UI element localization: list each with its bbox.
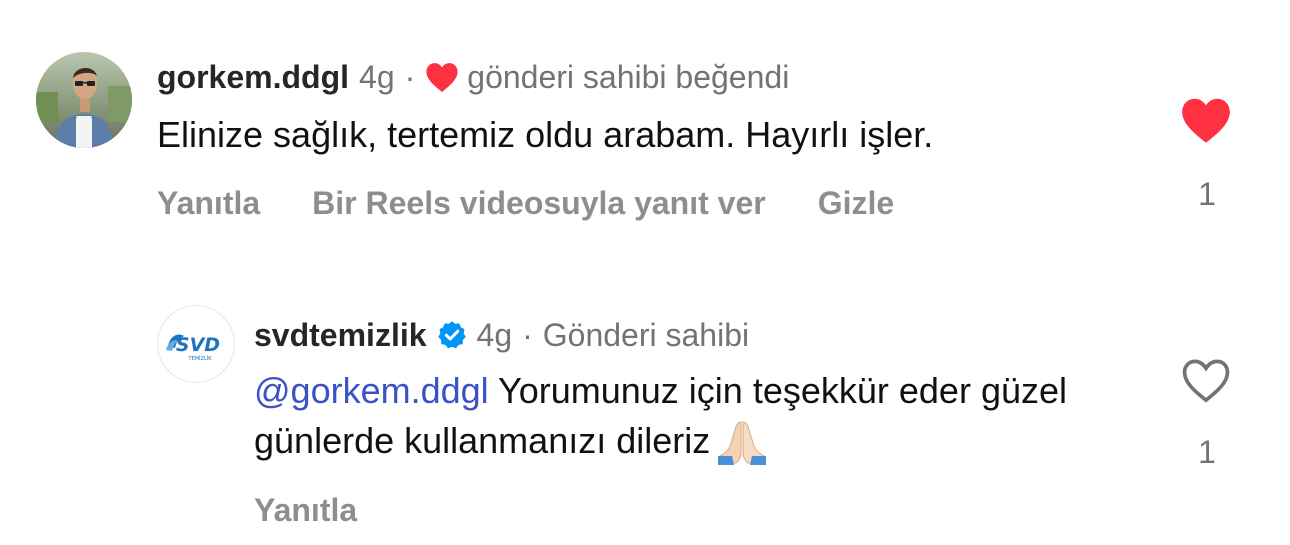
reply-button[interactable]: Yanıtla	[254, 492, 357, 529]
comments-thread: gorkem.ddgl 4g · gönderi sahibi beğendi …	[0, 0, 1290, 545]
reply-with-reels-button[interactable]: Bir Reels videosuyla yanıt ver	[312, 185, 766, 222]
logo-subtext: TEMİZLİK	[188, 355, 213, 362]
meta-separator: ·	[404, 58, 416, 95]
owner-label: Gönderi sahibi	[542, 316, 750, 353]
logo-text: SVD	[176, 334, 220, 356]
reply-meta: svdtemizlik 4g · Gönderi sahibi	[254, 314, 749, 356]
owner-liked-label: gönderi sahibi beğendi	[467, 58, 790, 95]
heart-filled-icon	[425, 61, 459, 93]
heart-outline-icon	[1182, 359, 1230, 403]
like-button[interactable]	[1180, 356, 1232, 404]
mention-link[interactable]: @gorkem.ddgl	[254, 370, 489, 411]
reply-text: @gorkem.ddgl Yorumunuz için teşekkür ede…	[254, 366, 1154, 466]
like-count[interactable]: 1	[1192, 434, 1222, 471]
like-button[interactable]	[1180, 96, 1232, 144]
reply-time: 4g	[476, 316, 513, 353]
svd-logo-icon: SVD TEMİZLİK	[166, 334, 220, 362]
brand-avatar[interactable]: SVD TEMİZLİK	[157, 305, 235, 383]
like-count[interactable]: 1	[1192, 176, 1222, 213]
reply-button[interactable]: Yanıtla	[157, 185, 260, 222]
verified-badge-icon	[437, 320, 467, 350]
comment-meta: gorkem.ddgl 4g · gönderi sahibi beğendi	[157, 56, 789, 98]
reply-username[interactable]: svdtemizlik	[254, 317, 427, 354]
user-avatar[interactable]	[36, 52, 132, 148]
comment-text: Elinize sağlık, tertemiz oldu arabam. Ha…	[157, 114, 934, 155]
comment-actions: Yanıtla Bir Reels videosuyla yanıt ver G…	[157, 182, 894, 224]
folded-hands-emoji	[714, 416, 770, 466]
heart-filled-icon	[1182, 98, 1230, 143]
comment-time: 4g	[359, 58, 395, 95]
meta-separator: ·	[522, 316, 533, 353]
reply-actions: Yanıtla	[254, 489, 357, 531]
hide-button[interactable]: Gizle	[818, 185, 894, 222]
comment-username[interactable]: gorkem.ddgl	[157, 59, 349, 96]
